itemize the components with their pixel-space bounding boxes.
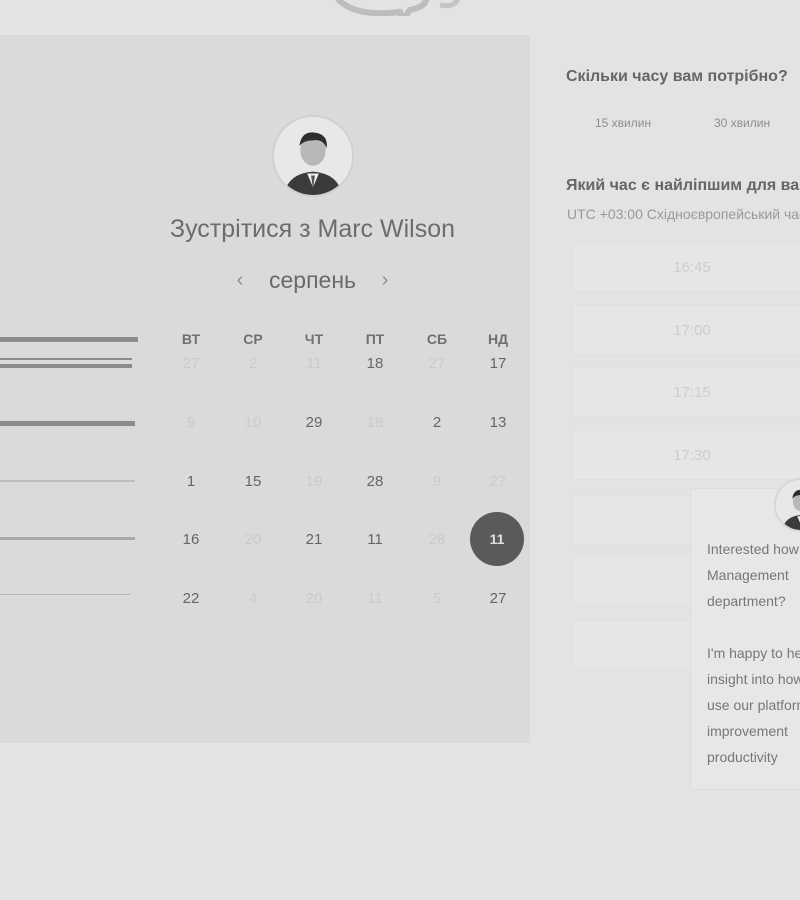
- calendar-day-disabled: 20: [244, 531, 262, 548]
- selected-day[interactable]: 11: [470, 512, 524, 566]
- calendar-day[interactable]: 11: [355, 531, 395, 548]
- clipped-column-divider: [0, 337, 138, 342]
- calendar-day-disabled: 28: [428, 531, 446, 548]
- calendar-day[interactable]: 17: [478, 355, 518, 372]
- time-slot[interactable]: 17:30: [572, 430, 800, 480]
- calendar-day-disabled: 9: [186, 414, 196, 431]
- duration-option-30[interactable]: 30 хвилин: [714, 116, 770, 130]
- chat-line: Interested how: [707, 541, 799, 557]
- calendar-day-disabled: 27: [182, 355, 200, 372]
- month-navigator: ‹ серпень ›: [230, 265, 395, 295]
- duration-question: Скільки часу вам потрібно?: [566, 68, 788, 85]
- host-avatar: [272, 115, 354, 197]
- calendar-day[interactable]: 28: [355, 473, 395, 490]
- person-photo-icon: [776, 480, 800, 530]
- calendar-day-disabled: 27: [489, 473, 507, 490]
- weekday-header: ЧТ: [304, 331, 324, 347]
- calendar-day[interactable]: 2: [417, 414, 457, 431]
- calendar-day-disabled: 4: [248, 590, 258, 607]
- chat-line: I'm happy to help: [707, 645, 800, 661]
- clipped-column-divider: [0, 537, 135, 540]
- weekday-header: СР: [243, 331, 263, 347]
- chat-line: productivity: [707, 749, 778, 765]
- next-month-button[interactable]: ›: [375, 269, 395, 292]
- chat-line: improvement: [707, 723, 788, 739]
- timezone-label: UTC +03:00 Східноєвропейський час: [567, 206, 800, 222]
- calendar-day-disabled: 2: [248, 355, 258, 372]
- calendar-day-disabled: 19: [305, 473, 323, 490]
- meeting-title: Зустрітися з Marc Wilson: [169, 215, 456, 243]
- calendar-day-disabled: 9: [432, 473, 442, 490]
- chat-line: Management: [707, 567, 789, 583]
- person-photo-icon: [274, 117, 352, 195]
- chat-line: insight into how: [707, 671, 800, 687]
- chat-line: use our platform: [707, 697, 800, 713]
- chat-line: department?: [707, 593, 786, 609]
- calendar-day[interactable]: 18: [355, 355, 395, 372]
- time-question: Який час є найліпшим для вас?: [566, 177, 800, 194]
- calendar-day[interactable]: 13: [478, 414, 518, 431]
- month-label: серпень: [268, 266, 356, 293]
- logo: [335, 0, 460, 16]
- calendar-day-disabled: 18: [366, 414, 384, 431]
- calendar-day[interactable]: 21: [294, 531, 334, 548]
- clipped-column-divider: [0, 480, 135, 482]
- calendar-day-disabled: 11: [306, 355, 322, 372]
- calendar-day-disabled: 5: [432, 590, 442, 607]
- weekday-header: ПТ: [365, 331, 385, 347]
- weekday-header: СБ: [426, 331, 448, 347]
- duration-option-15[interactable]: 15 хвилин: [595, 116, 651, 130]
- clipped-column-divider: [0, 594, 130, 595]
- clipped-column-divider: [0, 421, 135, 426]
- previous-month-button[interactable]: ‹: [230, 269, 250, 292]
- calendar-day-disabled: 11: [367, 590, 383, 607]
- calendar-day[interactable]: 27: [478, 590, 518, 607]
- calendar-day-disabled: 20: [305, 590, 323, 607]
- calendar-day-disabled: 10: [244, 414, 262, 431]
- weekday-header: НД: [487, 331, 509, 347]
- calendar-day[interactable]: 16: [171, 531, 211, 548]
- clipped-column-divider: [0, 358, 132, 360]
- calendar-day[interactable]: 15: [233, 473, 273, 490]
- calendar-day-disabled: 27: [428, 355, 446, 372]
- calendar-day[interactable]: 1: [171, 473, 211, 490]
- calendar-day[interactable]: 29: [294, 414, 334, 431]
- time-slot[interactable]: 16:45: [572, 242, 800, 292]
- calendar-day[interactable]: 22: [171, 590, 211, 607]
- time-slot[interactable]: 17:15: [572, 367, 800, 417]
- time-slot[interactable]: 17:00: [572, 305, 800, 355]
- clipped-column-divider: [0, 364, 132, 368]
- calendar-panel: [0, 35, 530, 743]
- weekday-header: ВТ: [181, 331, 201, 347]
